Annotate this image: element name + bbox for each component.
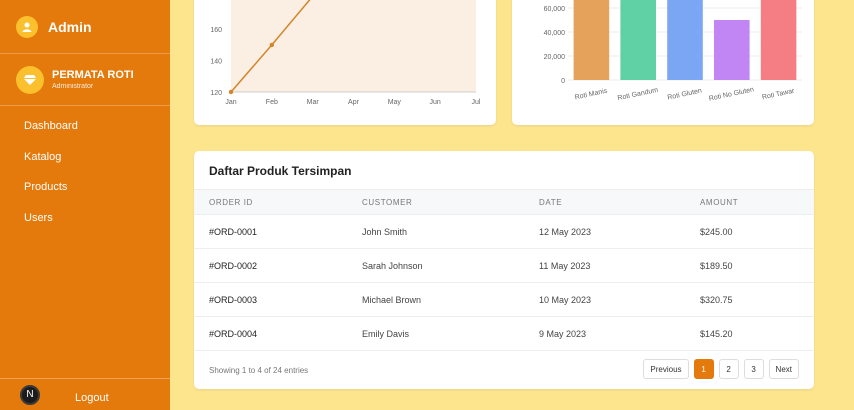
x-tick-label: Jul	[472, 99, 481, 106]
x-tick-label: May	[388, 99, 402, 106]
bar-chart: 0 20,000 40,000 60,000 Roti Manis Roti Gandum…	[544, 0, 802, 103]
amount-cell: $145.20	[700, 329, 733, 339]
sidebar-footer: N Logout	[0, 378, 170, 410]
x-tick-label: Jun	[430, 99, 441, 106]
table-row[interactable]: #ORD-0004 Emily Davis 9 May 2023 $145.20	[194, 317, 814, 351]
column-header-order-id[interactable]: ORDER ID	[209, 198, 253, 207]
amount-cell: $245.00	[700, 227, 733, 237]
customer-cell: Emily Davis	[362, 329, 410, 339]
x-tick-label: Roti No Gluten	[708, 86, 754, 102]
customer-cell: Sarah Johnson	[362, 261, 423, 271]
table-title: Daftar Produk Tersimpan	[209, 164, 352, 178]
bar	[620, 0, 656, 80]
sidebar-item-users[interactable]: Users	[0, 209, 170, 240]
order-id-cell: #ORD-0003	[209, 295, 258, 305]
amount-cell: $189.50	[700, 261, 733, 271]
saved-products-table-card: Daftar Produk Tersimpan ORDER ID CUSTOME…	[194, 151, 814, 389]
user-icon	[16, 15, 38, 38]
bar	[573, 0, 610, 80]
column-header-date[interactable]: DATE	[539, 198, 562, 207]
profile: PERMATA ROTI Administrator	[0, 54, 170, 106]
customer-cell: Michael Brown	[362, 295, 422, 305]
page-1-button[interactable]: 1	[693, 359, 714, 379]
profile-role: Administrator	[52, 83, 94, 90]
order-id-cell: #ORD-0004	[209, 329, 258, 339]
y-tick-label: 160	[210, 27, 222, 34]
table-row[interactable]: #ORD-0001 John Smith 12 May 2023 $245.00	[194, 215, 814, 249]
date-cell: 11 May 2023	[539, 261, 591, 271]
sidebar-item-dashboard[interactable]: Dashboard	[0, 117, 170, 148]
amount-cell: $320.75	[700, 295, 733, 305]
x-tick-label: Mar	[307, 99, 320, 106]
date-cell: 12 May 2023	[539, 227, 592, 237]
x-tick-label: Roti Manis	[574, 88, 608, 102]
sidebar-item-products[interactable]: Products	[0, 178, 170, 209]
pagination: Previous 1 2 3 Next	[643, 359, 799, 379]
diamond-icon	[16, 65, 44, 94]
line-chart: Jan Feb Mar Apr May Jun Jul 120 140 160	[210, 0, 481, 106]
y-tick-label: 120	[210, 90, 222, 97]
x-tick-label: Feb	[266, 99, 278, 106]
order-id-cell: #ORD-0002	[209, 261, 258, 271]
x-tick-label: Roti Gandum	[617, 87, 659, 102]
page-3-button[interactable]: 3	[743, 359, 764, 379]
bar	[667, 0, 703, 80]
column-header-customer[interactable]: CUSTOMER	[362, 198, 412, 207]
order-id-cell: #ORD-0001	[209, 227, 258, 237]
table-row[interactable]: #ORD-0003 Michael Brown 10 May 2023 $320…	[194, 283, 814, 317]
previous-page-button[interactable]: Previous	[643, 359, 689, 379]
y-tick-label: 60,000	[544, 6, 566, 13]
x-tick-label: Roti Tawar	[761, 88, 795, 102]
data-point	[269, 42, 275, 48]
bar	[760, 0, 797, 80]
sidebar-item-katalog[interactable]: Katalog	[0, 148, 170, 179]
product-bar-chart-card: 0 20,000 40,000 60,000 Roti Manis Roti Gandum…	[512, 0, 814, 125]
x-tick-label: Apr	[348, 99, 360, 106]
date-cell: 10 May 2023	[539, 295, 592, 305]
sidebar: Admin PERMATA ROTI Administrator Dashboa…	[0, 0, 170, 410]
user-avatar[interactable]: N	[20, 384, 40, 405]
brand: Admin	[0, 0, 170, 54]
next-page-button[interactable]: Next	[768, 359, 799, 379]
page-2-button[interactable]: 2	[718, 359, 739, 379]
table-row[interactable]: #ORD-0002 Sarah Johnson 11 May 2023 $189…	[194, 249, 814, 283]
date-cell: 9 May 2023	[539, 329, 587, 339]
column-header-amount[interactable]: AMOUNT	[700, 198, 738, 207]
table-header: ORDER ID CUSTOMER DATE AMOUNT	[194, 189, 814, 215]
entries-info: Showing 1 to 4 of 24 entries	[209, 366, 309, 375]
y-tick-label: 20,000	[544, 54, 566, 61]
logout-link[interactable]: Logout	[75, 392, 109, 404]
x-tick-label: Roti Gluten	[667, 87, 703, 101]
data-point	[228, 89, 234, 95]
sidebar-nav: Dashboard Katalog Products Users	[0, 117, 170, 239]
area-fill	[231, 0, 476, 92]
customer-cell: John Smith	[362, 227, 408, 237]
app-title: Admin	[48, 18, 92, 35]
bar	[714, 20, 750, 80]
sales-line-chart-card: Jan Feb Mar Apr May Jun Jul 120 140 160	[194, 0, 496, 125]
y-tick-label: 0	[561, 78, 565, 85]
y-tick-label: 140	[210, 59, 222, 66]
y-tick-label: 40,000	[544, 30, 566, 37]
x-tick-label: Jan	[225, 99, 236, 106]
profile-name: PERMATA ROTI	[52, 69, 134, 81]
